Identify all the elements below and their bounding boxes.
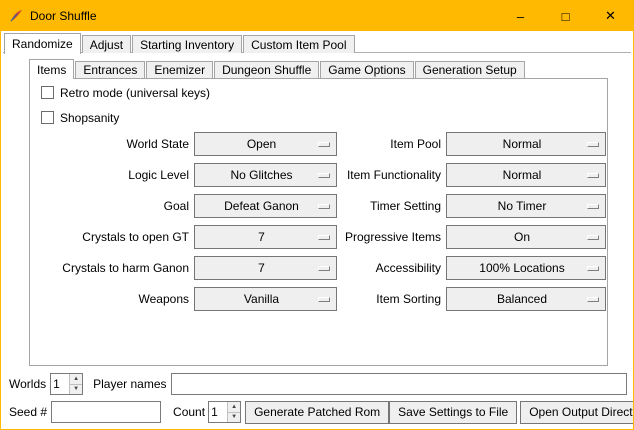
spin-up-icon[interactable]: ▲ — [70, 374, 82, 385]
dropdown-indicator-icon — [587, 173, 599, 178]
dropdown-indicator-icon — [318, 297, 330, 302]
dropdown-indicator-icon — [587, 235, 599, 240]
tab-custom-item-pool[interactable]: Custom Item Pool — [243, 35, 354, 53]
minimize-icon: – — [517, 9, 524, 24]
accessibility-dropdown[interactable]: 100% Locations — [446, 256, 606, 280]
accessibility-label: Accessibility — [342, 256, 441, 280]
item-functionality-dropdown[interactable]: Normal — [446, 163, 606, 187]
world-state-label: World State — [32, 132, 189, 156]
dropdown-indicator-icon — [587, 266, 599, 271]
crystals-ganon-label: Crystals to harm Ganon — [32, 256, 189, 280]
seed-input[interactable] — [51, 401, 161, 423]
crystals-gt-dropdown[interactable]: 7 — [194, 225, 337, 249]
dropdown-indicator-icon — [318, 266, 330, 271]
tab-starting-inventory[interactable]: Starting Inventory — [132, 35, 242, 53]
open-output-directory-button[interactable]: Open Output Directory — [520, 401, 634, 424]
tab-dungeon-shuffle[interactable]: Dungeon Shuffle — [214, 61, 319, 78]
count-input[interactable] — [209, 402, 227, 422]
logic-level-dropdown[interactable]: No Glitches — [194, 163, 337, 187]
generate-patched-rom-button[interactable]: Generate Patched Rom — [245, 401, 389, 424]
spin-up-icon[interactable]: ▲ — [228, 402, 240, 413]
item-sorting-label: Item Sorting — [342, 287, 441, 311]
progressive-items-label: Progressive Items — [342, 225, 441, 249]
inner-tab-bar: Items Entrances Enemizer Dungeon Shuffle… — [29, 59, 526, 78]
retro-mode-label: Retro mode (universal keys) — [60, 86, 210, 100]
titlebar[interactable]: Door Shuffle – □ ✕ — [1, 1, 633, 31]
tab-entrances[interactable]: Entrances — [75, 61, 145, 78]
crystals-ganon-value: 7 — [258, 262, 273, 274]
item-pool-dropdown[interactable]: Normal — [446, 132, 606, 156]
window-title: Door Shuffle — [30, 9, 97, 23]
goal-dropdown[interactable]: Defeat Ganon — [194, 194, 337, 218]
crystals-ganon-dropdown[interactable]: 7 — [194, 256, 337, 280]
dropdown-indicator-icon — [587, 204, 599, 209]
app-icon — [8, 8, 24, 24]
item-sorting-value: Balanced — [497, 293, 555, 305]
player-names-input[interactable] — [171, 373, 628, 395]
count-spinner[interactable]: ▲ ▼ — [208, 401, 241, 423]
weapons-value: Vanilla — [244, 293, 287, 305]
worlds-spinner[interactable]: ▲ ▼ — [50, 373, 83, 395]
timer-setting-dropdown[interactable]: No Timer — [446, 194, 606, 218]
retro-mode-row: Retro mode (universal keys) — [41, 85, 210, 100]
dropdown-indicator-icon — [318, 204, 330, 209]
dropdown-indicator-icon — [587, 297, 599, 302]
shopsanity-label: Shopsanity — [60, 111, 119, 125]
world-state-value: Open — [247, 138, 284, 150]
minimize-button[interactable]: – — [498, 1, 543, 31]
logic-level-label: Logic Level — [32, 163, 189, 187]
shopsanity-checkbox[interactable] — [41, 111, 54, 124]
world-state-dropdown[interactable]: Open — [194, 132, 337, 156]
crystals-gt-label: Crystals to open GT — [32, 225, 189, 249]
tab-enemizer[interactable]: Enemizer — [146, 61, 213, 78]
weapons-dropdown[interactable]: Vanilla — [194, 287, 337, 311]
save-settings-button[interactable]: Save Settings to File — [389, 401, 517, 424]
spin-down-icon[interactable]: ▼ — [228, 413, 240, 423]
crystals-gt-value: 7 — [258, 231, 273, 243]
shopsanity-row: Shopsanity — [41, 110, 119, 125]
worlds-input[interactable] — [51, 374, 69, 394]
maximize-button[interactable]: □ — [543, 1, 588, 31]
timer-setting-value: No Timer — [498, 200, 555, 212]
spin-down-icon[interactable]: ▼ — [70, 385, 82, 395]
tab-generation-setup[interactable]: Generation Setup — [415, 61, 525, 78]
goal-value: Defeat Ganon — [224, 200, 307, 212]
app-window: Door Shuffle – □ ✕ Randomize Adjust Star… — [0, 0, 634, 430]
footer-row-worlds: Worlds ▲ ▼ Player names — [1, 372, 633, 396]
tab-randomize[interactable]: Randomize — [4, 33, 81, 54]
item-functionality-value: Normal — [503, 169, 550, 181]
worlds-label: Worlds — [9, 377, 46, 391]
count-label: Count — [173, 405, 205, 419]
logic-level-value: No Glitches — [230, 169, 300, 181]
progressive-items-value: On — [514, 231, 538, 243]
close-icon: ✕ — [605, 8, 616, 24]
accessibility-value: 100% Locations — [479, 262, 572, 274]
items-panel: Retro mode (universal keys) Shopsanity W… — [29, 78, 608, 366]
item-sorting-dropdown[interactable]: Balanced — [446, 287, 606, 311]
progressive-items-dropdown[interactable]: On — [446, 225, 606, 249]
tab-adjust[interactable]: Adjust — [82, 35, 131, 53]
goal-label: Goal — [32, 194, 189, 218]
weapons-label: Weapons — [32, 287, 189, 311]
dropdown-indicator-icon — [318, 173, 330, 178]
close-button[interactable]: ✕ — [588, 1, 633, 31]
outer-tab-bar: Randomize Adjust Starting Inventory Cust… — [4, 33, 356, 53]
timer-setting-label: Timer Setting — [342, 194, 441, 218]
dropdown-indicator-icon — [318, 142, 330, 147]
item-pool-label: Item Pool — [342, 132, 441, 156]
settings-grid: World State Open Item Pool Normal Logic … — [32, 132, 606, 311]
maximize-icon: □ — [562, 9, 570, 24]
player-names-label: Player names — [93, 377, 166, 391]
footer-row-generate: Seed # Count ▲ ▼ Generate Patched Rom Sa… — [1, 400, 633, 424]
dropdown-indicator-icon — [587, 142, 599, 147]
seed-label: Seed # — [9, 405, 47, 419]
tab-game-options[interactable]: Game Options — [320, 61, 413, 78]
item-functionality-label: Item Functionality — [342, 163, 441, 187]
tab-items[interactable]: Items — [29, 59, 74, 79]
item-pool-value: Normal — [503, 138, 550, 150]
retro-mode-checkbox[interactable] — [41, 86, 54, 99]
dropdown-indicator-icon — [318, 235, 330, 240]
